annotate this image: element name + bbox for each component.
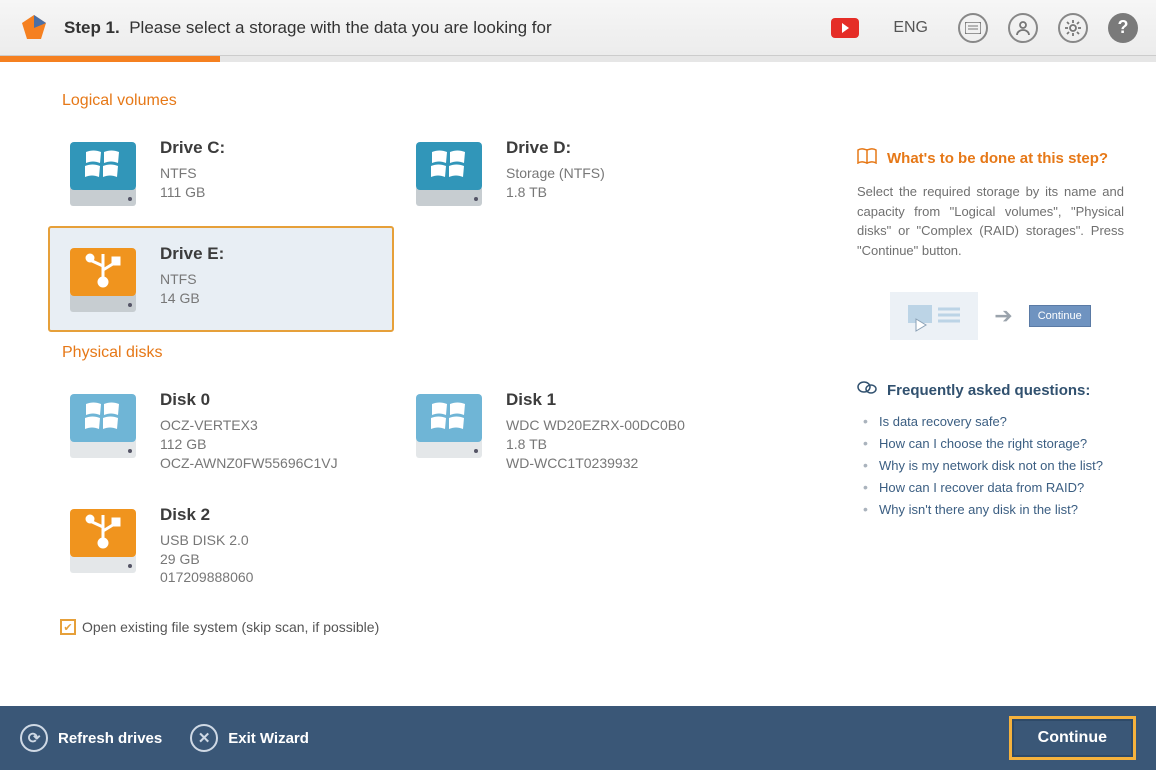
- disk-name: Disk 0: [160, 390, 338, 410]
- exit-label: Exit Wizard: [228, 730, 309, 747]
- exit-wizard-button[interactable]: ✕ Exit Wizard: [190, 724, 309, 752]
- disk-model: WDC WD20EZRX-00DC0B0: [506, 416, 685, 435]
- disk-serial: 017209888060: [160, 568, 253, 587]
- user-icon[interactable]: [1008, 13, 1038, 43]
- refresh-icon: ⟳: [20, 724, 48, 752]
- disk-icon: [64, 501, 142, 579]
- faq-item: How can I recover data from RAID?: [857, 476, 1124, 498]
- disk-name: Disk 1: [506, 390, 685, 410]
- logical-drive-item[interactable]: Drive E: NTFS14 GB: [48, 226, 394, 332]
- disk-icon: [64, 386, 142, 464]
- section-physical-title: Physical disks: [62, 344, 826, 362]
- open-existing-label: Open existing file system (skip scan, if…: [82, 619, 379, 635]
- language-selector[interactable]: ENG: [893, 19, 928, 37]
- faq-item: Why isn't there any disk in the list?: [857, 498, 1124, 520]
- drive-size: 1.8 TB: [506, 183, 605, 202]
- faq-list: Is data recovery safe? How can I choose t…: [857, 410, 1124, 520]
- physical-disk-item[interactable]: Disk 2 USB DISK 2.029 GB017209888060: [48, 487, 394, 602]
- disk-size: 112 GB: [160, 435, 338, 454]
- refresh-button[interactable]: ⟳ Refresh drives: [20, 724, 162, 752]
- help-icon[interactable]: ?: [1108, 13, 1138, 43]
- panel-text: Select the required storage by its name …: [857, 182, 1124, 260]
- faq-item: Is data recovery safe?: [857, 410, 1124, 432]
- disk-model: USB DISK 2.0: [160, 531, 253, 550]
- continue-button[interactable]: Continue: [1009, 716, 1136, 760]
- footer: ⟳ Refresh drives ✕ Exit Wizard Continue: [0, 706, 1156, 770]
- disk-name: Disk 2: [160, 505, 253, 525]
- book-icon: [857, 148, 877, 168]
- drive-icon: [410, 134, 488, 212]
- drive-icon: [64, 240, 142, 318]
- drive-fs: NTFS: [160, 270, 224, 289]
- logical-drive-item[interactable]: Drive C: NTFS111 GB: [48, 120, 394, 226]
- app-logo-icon: [18, 12, 50, 44]
- physical-disk-item[interactable]: Disk 0 OCZ-VERTEX3112 GBOCZ-AWNZ0FW55696C…: [48, 372, 394, 487]
- step-prefix: Step 1.: [64, 18, 120, 37]
- panel-illustration: ➔ Continue: [857, 292, 1124, 340]
- chat-icon: [857, 380, 877, 400]
- drive-name: Drive E:: [160, 244, 224, 264]
- faq-title: Frequently asked questions:: [887, 382, 1090, 399]
- storage-list: Logical volumes Drive C:NTFS111 GBDrive …: [48, 86, 856, 698]
- disk-serial: WD-WCC1T0239932: [506, 454, 685, 473]
- faq-link[interactable]: How can I recover data from RAID?: [879, 480, 1084, 495]
- illus-storage-icon: [890, 292, 978, 340]
- disk-icon: [410, 386, 488, 464]
- faq-item: How can I choose the right storage?: [857, 432, 1124, 454]
- keyboard-icon[interactable]: [958, 13, 988, 43]
- step-title: Step 1. Please select a storage with the…: [64, 18, 552, 38]
- panel-title: What's to be done at this step?: [887, 150, 1108, 167]
- refresh-label: Refresh drives: [58, 730, 162, 747]
- disk-model: OCZ-VERTEX3: [160, 416, 338, 435]
- drive-name: Drive C:: [160, 138, 225, 158]
- open-existing-checkbox[interactable]: ✔ Open existing file system (skip scan, …: [60, 619, 826, 635]
- section-logical-title: Logical volumes: [62, 92, 826, 110]
- logical-drive-item[interactable]: Drive D: Storage (NTFS)1.8 TB: [394, 120, 740, 226]
- gear-icon[interactable]: [1058, 13, 1088, 43]
- disk-serial: OCZ-AWNZ0FW55696C1VJ: [160, 454, 338, 473]
- drive-size: 111 GB: [160, 183, 225, 202]
- arrow-right-icon: ➔: [994, 303, 1012, 329]
- faq-link[interactable]: Why is my network disk not on the list?: [879, 458, 1103, 473]
- physical-disk-item[interactable]: Disk 1 WDC WD20EZRX-00DC0B01.8 TBWD-WCC1T…: [394, 372, 740, 487]
- drive-size: 14 GB: [160, 289, 224, 308]
- checkbox-icon: ✔: [60, 619, 76, 635]
- faq-link[interactable]: How can I choose the right storage?: [879, 436, 1087, 451]
- close-icon: ✕: [190, 724, 218, 752]
- drive-icon: [64, 134, 142, 212]
- header: Step 1. Please select a storage with the…: [0, 0, 1156, 56]
- continue-label: Continue: [1038, 729, 1107, 746]
- drive-fs: Storage (NTFS): [506, 164, 605, 183]
- help-panel: What's to be done at this step? Select t…: [856, 86, 1156, 698]
- youtube-icon[interactable]: [831, 18, 859, 38]
- drive-name: Drive D:: [506, 138, 605, 158]
- disk-size: 1.8 TB: [506, 435, 685, 454]
- panel-title-row: What's to be done at this step?: [857, 148, 1124, 168]
- faq-item: Why is my network disk not on the list?: [857, 454, 1124, 476]
- disk-size: 29 GB: [160, 550, 253, 569]
- step-text: Please select a storage with the data yo…: [129, 18, 551, 37]
- illus-continue-button: Continue: [1029, 305, 1091, 327]
- faq-link[interactable]: Why isn't there any disk in the list?: [879, 502, 1078, 517]
- faq-title-row: Frequently asked questions:: [857, 380, 1124, 400]
- drive-fs: NTFS: [160, 164, 225, 183]
- faq-link[interactable]: Is data recovery safe?: [879, 414, 1007, 429]
